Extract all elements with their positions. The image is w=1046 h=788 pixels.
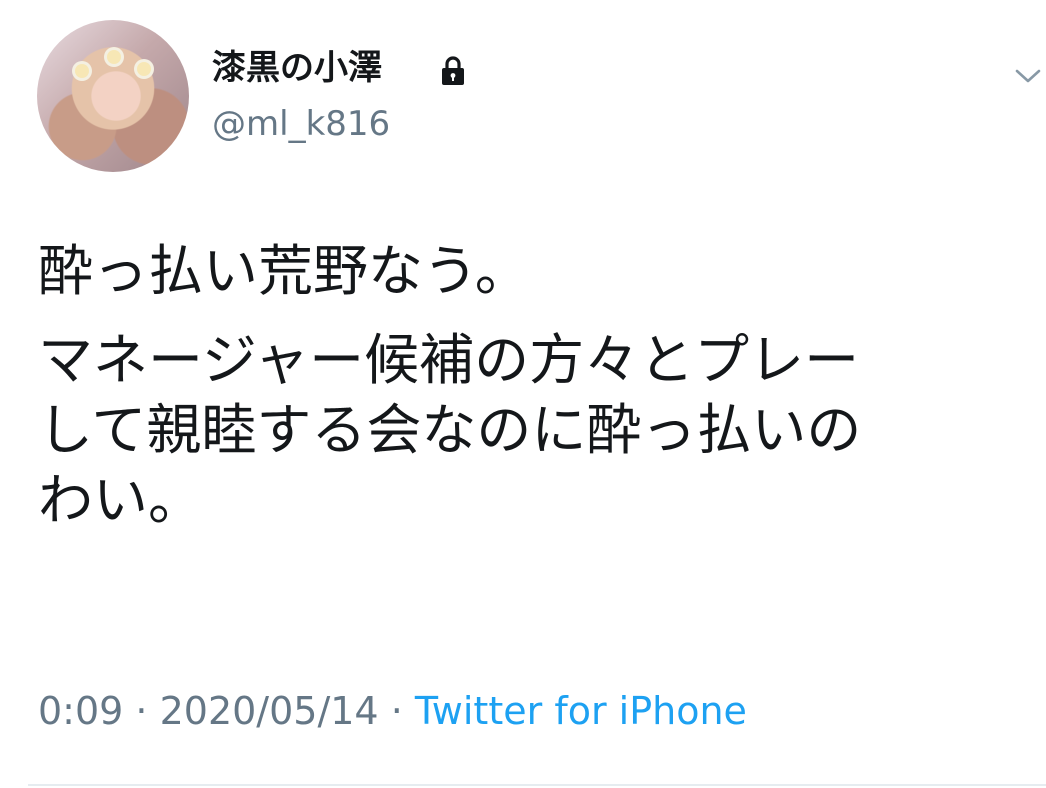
user-display-name[interactable]: 漆黒の小澤 <box>212 44 382 92</box>
separator: · <box>378 689 415 733</box>
hair-flower-decoration <box>75 64 89 78</box>
tweet-paragraph: 酔っ払い荒野なう。 <box>38 239 530 303</box>
tweet-source-link[interactable]: Twitter for iPhone <box>415 689 747 733</box>
tweet-metadata: 0:09 · 2020/05/14 · Twitter for iPhone <box>38 686 747 736</box>
hair-flower-decoration <box>137 62 151 76</box>
tweet-time[interactable]: 0:09 <box>38 689 123 733</box>
hair-flower-decoration <box>107 50 121 64</box>
avatar[interactable] <box>37 20 189 172</box>
tweet-text: 酔っ払い荒野なう。 マネージャー候補の方々とプレー して親睦する会なのに酔っ払い… <box>38 236 1018 554</box>
chevron-down-icon[interactable] <box>1014 66 1042 86</box>
separator: · <box>123 689 160 733</box>
divider <box>28 784 1046 786</box>
tweet-paragraph: マネージャー候補の方々とプレー して親睦する会なのに酔っ払いの わい。 <box>38 328 862 532</box>
tweet-date[interactable]: 2020/05/14 <box>160 689 379 733</box>
user-handle[interactable]: @ml_k816 <box>212 100 390 148</box>
lock-icon <box>442 56 464 85</box>
